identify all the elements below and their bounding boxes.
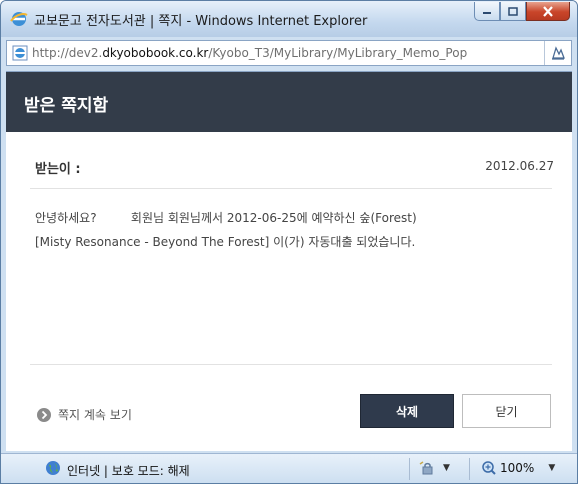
divider (30, 188, 552, 189)
close-icon (543, 5, 553, 17)
window-title: 교보문고 전자도서관 | 쪽지 - Windows Internet Explo… (34, 14, 368, 29)
status-bar: 인터넷 | 보호 모드: 해제 ▼ 100% ▼ (1, 453, 577, 483)
security-settings-button[interactable]: ▼ (419, 460, 450, 476)
address-prefix: http://dev2. (32, 46, 103, 60)
recipient-label: 받는이 : (35, 162, 81, 177)
page-content: 받은 쪽지함 받는이 : 2012.06.27 안녕하세요? 회원님 회원님께서… (6, 71, 572, 451)
message-line: 안녕하세요? 회원님 회원님께서 2012-06-25에 예약하신 숲(Fore… (35, 211, 417, 225)
window-controls (474, 2, 570, 22)
more-messages-link[interactable]: 쪽지 계속 보기 (36, 406, 132, 423)
browser-window: 교보문고 전자도서관 | 쪽지 - Windows Internet Explo… (0, 0, 578, 484)
delete-button[interactable]: 삭제 (360, 394, 454, 428)
maximize-icon (508, 6, 518, 16)
page-icon (12, 45, 28, 61)
security-zone-text: 인터넷 | 보호 모드: 해제 (67, 464, 190, 478)
address-domain: dkyobobook.co.kr (102, 46, 209, 60)
title-bar[interactable]: 교보문고 전자도서관 | 쪽지 - Windows Internet Explo… (1, 1, 577, 37)
lock-shield-icon (419, 461, 433, 475)
globe-icon (45, 460, 61, 476)
arrow-circle-icon (36, 407, 52, 423)
close-button[interactable]: 닫기 (462, 394, 551, 428)
close-window-button[interactable] (526, 2, 570, 21)
address-bar[interactable]: http://dev2.dkyobobook.co.kr/Kyobo_T3/My… (6, 40, 572, 66)
address-url[interactable]: http://dev2.dkyobobook.co.kr/Kyobo_T3/My… (32, 46, 544, 60)
divider (30, 364, 552, 365)
message-body: 안녕하세요? 회원님 회원님께서 2012-06-25에 예약하신 숲(Fore… (35, 206, 555, 254)
compatibility-view-icon[interactable] (550, 45, 566, 61)
minimize-icon (483, 12, 491, 14)
message-line: [Misty Resonance - Beyond The Forest] 이(… (35, 235, 416, 249)
page-title: 받은 쪽지함 (24, 96, 109, 116)
maximize-button[interactable] (500, 2, 526, 21)
status-separator (469, 458, 470, 480)
zoom-level: 100% (500, 461, 535, 475)
message-date: 2012.06.27 (485, 159, 554, 173)
chevron-down-icon: ▼ (443, 463, 450, 473)
ie-icon (10, 10, 28, 28)
status-separator (409, 458, 410, 480)
minimize-button[interactable] (474, 2, 500, 21)
address-separator (544, 41, 545, 65)
chevron-down-icon: ▼ (548, 463, 556, 473)
zoom-control[interactable]: 100% ▼ (481, 460, 555, 476)
zoom-icon (482, 461, 496, 475)
page-header: 받은 쪽지함 (6, 72, 572, 132)
more-messages-label: 쪽지 계속 보기 (58, 408, 132, 422)
address-path: /Kyobo_T3/MyLibrary/MyLibrary_Memo_Pop (208, 46, 468, 60)
